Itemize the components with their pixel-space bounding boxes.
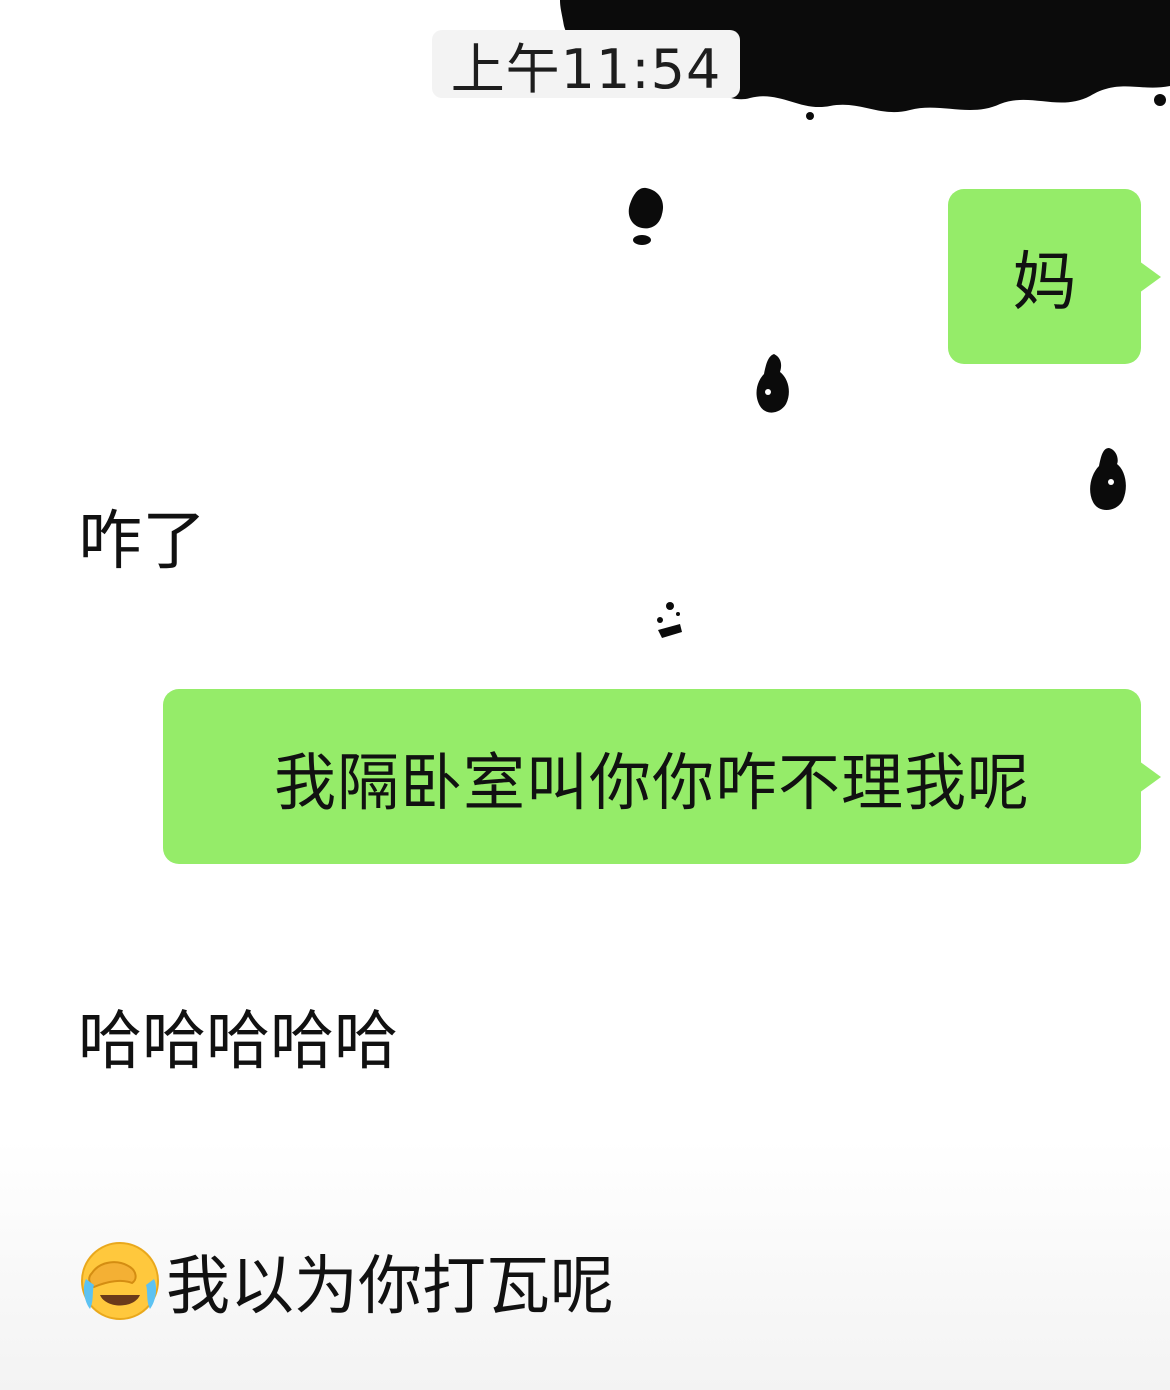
message-text: 我以为你打瓦呢 xyxy=(166,1250,614,1324)
bubble-tail xyxy=(1139,760,1161,793)
ink-spot-decoration xyxy=(628,187,664,245)
message-text: 妈 xyxy=(1012,245,1077,320)
chat-view: 上午11:54 妈 咋了 我隔卧室叫你你咋不理我呢 哈哈哈哈哈 我以为你打瓦呢 xyxy=(0,0,1170,1390)
message-text: 哈哈哈哈哈 xyxy=(78,1005,398,1079)
face-with-tears-of-joy-covering-eyes-icon xyxy=(81,1242,159,1320)
ink-spot-decoration xyxy=(1090,448,1126,511)
message-text: 咋了 xyxy=(78,505,206,579)
sent-message-bubble[interactable]: 妈 xyxy=(948,189,1161,364)
message-timestamp: 上午11:54 xyxy=(432,30,740,101)
bubble-tail xyxy=(1139,260,1161,293)
received-message[interactable]: 哈哈哈哈哈 xyxy=(78,990,398,1082)
sent-message-bubble[interactable]: 我隔卧室叫你你咋不理我呢 xyxy=(163,689,1161,864)
message-text: 我隔卧室叫你你咋不理我呢 xyxy=(273,745,1030,819)
received-message[interactable]: 我以为你打瓦呢 xyxy=(78,1235,614,1327)
ink-spot-decoration xyxy=(756,354,789,413)
ink-spot-decoration xyxy=(657,602,682,638)
received-message[interactable]: 咋了 xyxy=(78,490,206,582)
